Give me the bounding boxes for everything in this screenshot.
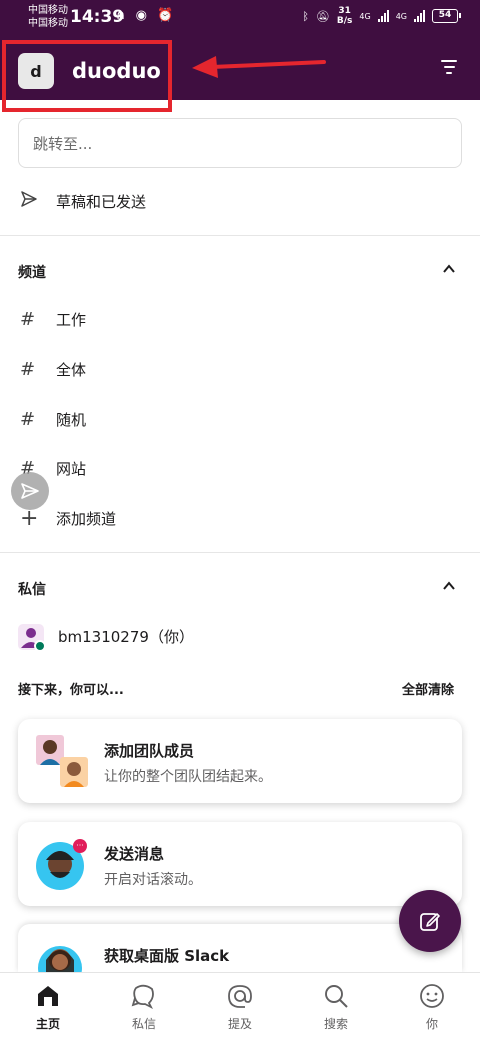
add-team-members-card[interactable]: 添加团队成员 让你的整个团队团结起来。 [18,719,462,803]
signal-2-icon [414,10,425,22]
divider [0,235,480,236]
tab-label: 私信 [131,1017,156,1031]
tab-label: 搜索 [323,1017,348,1031]
tab-label: 提及 [227,1017,252,1031]
user-avatar-icon[interactable] [18,624,44,650]
add-channel-button[interactable]: + 添加频道 [0,494,480,542]
channel-label: 全体 [56,360,87,379]
send-message-card[interactable]: ··· 发送消息 开启对话滚动。 [18,822,462,906]
workspace-header: d duoduo [0,36,480,112]
person-illustration-icon: ··· [36,839,87,890]
signal-1-icon [377,10,389,22]
tab-search[interactable]: 搜索 [288,983,384,1032]
carrier-info: 中国移动 中国移动 [28,4,68,30]
compose-button[interactable] [399,890,461,952]
compose-icon [420,913,440,931]
tab-dms[interactable]: 私信 [96,983,192,1032]
jump-to-placeholder: 跳转至... [33,134,93,153]
floating-send-icon[interactable] [11,472,49,510]
channel-label: 随机 [56,410,87,429]
battery-icon: 54 [432,9,461,23]
bluetooth-icon: ᛒ [302,9,309,23]
bottom-tab-bar: 主页 私信 提及 搜索 你 [0,972,480,1040]
annotation-highlight-box [2,40,172,112]
divider [0,552,480,553]
you-icon [420,984,444,1008]
dms-section-title[interactable]: 私信 [18,579,46,599]
add-channel-label: 添加频道 [56,509,117,528]
svg-text:···: ··· [76,841,84,850]
dm-user-name[interactable]: bm1310279（你） [58,626,194,647]
chevron-up-icon[interactable] [442,262,456,276]
jump-to-search[interactable]: 跳转至... [18,118,462,168]
hash-icon: # [20,308,36,330]
card-description: 让你的整个团队团结起来。 [104,769,272,785]
drafts-and-sent[interactable]: 草稿和已发送 [0,177,480,225]
channel-item-4[interactable]: # 网站 [0,444,480,492]
send-icon [0,190,56,213]
signal-2-label: 4G [395,11,407,21]
hash-icon: # [20,408,36,430]
desktop-illustration-icon [38,946,82,972]
channels-section-title[interactable]: 频道 [18,262,46,282]
signal-1-label: 4G [359,11,371,21]
drafts-label: 草稿和已发送 [56,192,147,211]
search-icon [325,985,348,1008]
channel-label: 网站 [56,459,87,478]
status-right: ᛒ 🔕︎ 31 B/s 4G 4G 54 [302,6,461,26]
channel-item-2[interactable]: # 全体 [0,345,480,393]
get-desktop-card[interactable]: 获取桌面版 Slack [18,924,462,972]
team-illustration-icon [36,735,88,787]
mute-icon: 🔕︎ [315,9,330,23]
next-steps-title: 接下来，你可以... [18,683,124,698]
carrier-2: 中国移动 [28,18,68,29]
annotation-arrow-icon [192,56,326,78]
net-speed: 31 B/s [336,6,353,26]
dm-icon [131,984,154,1009]
tab-you[interactable]: 你 [384,983,480,1032]
tab-mentions[interactable]: 提及 [192,983,288,1032]
status-icons: ∩ ◉ ⏰ [116,8,177,23]
channel-item-1[interactable]: # 工作 [0,295,480,343]
card-description: 开启对话滚动。 [104,872,202,888]
mention-icon [228,985,252,1008]
channel-label: 工作 [56,310,87,329]
channel-item-3[interactable]: # 随机 [0,395,480,443]
tab-home[interactable]: 主页 [0,983,96,1032]
home-icon [38,986,58,1006]
clear-all-button[interactable]: 全部清除 [402,679,454,698]
status-bar: 中国移动 中国移动 14:39 ∩ ◉ ⏰ ᛒ 🔕︎ 31 B/s 4G 4G … [0,0,480,36]
card-title: 发送消息 [104,845,165,863]
hash-icon: # [20,358,36,380]
tab-label: 主页 [35,1017,60,1031]
filter-icon[interactable] [440,60,458,76]
tab-label: 你 [425,1017,438,1031]
carrier-1: 中国移动 [28,5,68,16]
chevron-up-icon[interactable] [442,579,456,593]
card-title: 获取桌面版 Slack [104,947,230,965]
card-title: 添加团队成员 [104,742,195,760]
